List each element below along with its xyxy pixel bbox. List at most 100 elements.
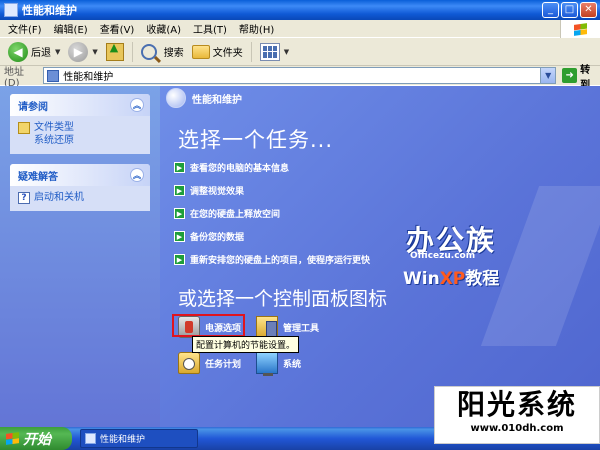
views-button[interactable]: ▼ — [256, 41, 293, 63]
green-arrow-icon: ▶ — [174, 185, 185, 196]
search-button[interactable]: 搜索 — [137, 42, 188, 62]
admin-tools-label: 管理工具 — [283, 323, 320, 334]
file-types-icon — [18, 121, 30, 134]
category-header: 性能和维护 — [160, 86, 600, 110]
folder-icon — [191, 44, 210, 59]
window-icon — [4, 3, 18, 17]
menu-tools[interactable]: 工具(T) — [187, 21, 233, 36]
maximize-button[interactable]: □ — [561, 2, 578, 18]
minimize-button[interactable]: _ — [542, 2, 559, 18]
green-arrow-icon: ▶ — [174, 254, 185, 265]
up-folder-icon — [105, 41, 124, 61]
chevron-up-icon[interactable]: ︽ — [130, 168, 144, 182]
task-link[interactable]: ▶ 重新安排您的硬盘上的项目，使程序运行更快 — [174, 248, 370, 271]
scheduled-tasks-label: 任务计划 — [205, 359, 242, 370]
address-input[interactable]: 性能和维护 ▼ — [43, 67, 557, 84]
toolbar-separator — [131, 41, 133, 62]
menu-view[interactable]: 查看(V) — [94, 21, 141, 36]
scheduled-tasks-item[interactable]: 任务计划 — [178, 352, 241, 374]
winxp-xp: XP — [439, 269, 466, 289]
go-arrow-icon: ➜ — [562, 68, 578, 83]
green-arrow-icon: ▶ — [174, 162, 185, 173]
back-arrow-icon: ◀ — [8, 41, 28, 62]
stamp-url: www.010dh.com — [470, 423, 564, 434]
address-dropdown-icon[interactable]: ▼ — [540, 68, 556, 83]
control-panel-icon — [47, 69, 60, 82]
winxp-suffix: 教程 — [465, 269, 500, 289]
start-button[interactable]: 开始 — [0, 427, 72, 450]
windows-flag-icon — [6, 432, 19, 445]
system-label: 系统 — [283, 359, 302, 370]
back-dropdown-icon[interactable]: ▼ — [55, 48, 60, 56]
green-arrow-icon: ▶ — [174, 208, 185, 219]
system-restore-label: 系统还原 — [34, 135, 74, 146]
site-stamp: 阳光系统 www.010dh.com — [434, 386, 600, 444]
forward-arrow-icon: ▶ — [68, 41, 89, 62]
back-button[interactable]: ◀ 后退 ▼ — [4, 40, 64, 64]
address-label: 地址(D) — [4, 66, 24, 89]
system-item[interactable]: 系统 — [256, 352, 302, 376]
help-icon: ? — [18, 191, 30, 204]
task-list: ▶ 查看您的电脑的基本信息 ▶ 调整视觉效果 ▶ 在您的硬盘上释放空间 ▶ 备份… — [174, 156, 370, 271]
system-icon — [256, 352, 278, 376]
admin-tools-item[interactable]: 管理工具 — [256, 316, 319, 338]
forward-button[interactable]: ▶ ▼ — [64, 40, 101, 64]
green-arrow-icon: ▶ — [174, 231, 185, 242]
task-link[interactable]: ▶ 查看您的电脑的基本信息 — [174, 156, 370, 179]
task-link[interactable]: ▶ 备份您的数据 — [174, 225, 370, 248]
task-label: 调整视觉效果 — [190, 187, 245, 197]
menu-file[interactable]: 文件(F) — [2, 21, 48, 36]
start-label: 开始 — [23, 431, 51, 448]
performance-category-icon — [166, 88, 186, 108]
task-pane: 请参阅 ︽ 文件类型 系统还原 疑难解答 ︽ ? 启动和关机 — [0, 86, 160, 427]
highlight-box — [172, 314, 245, 337]
toolbar-separator — [250, 41, 252, 62]
task-link[interactable]: ▶ 在您的硬盘上释放空间 — [174, 202, 370, 225]
tooltip: 配置计算机的节能设置。 — [192, 336, 300, 353]
see-also-header[interactable]: 请参阅 ︽ — [10, 94, 150, 116]
window-titlebar[interactable]: 性能和维护 _ □ ✕ — [0, 0, 600, 20]
window-icon — [85, 433, 96, 444]
category-title: 性能和维护 — [192, 94, 242, 106]
stamp-title: 阳光系统 — [456, 388, 577, 421]
close-button[interactable]: ✕ — [580, 2, 597, 18]
scheduled-tasks-icon — [178, 352, 200, 374]
back-label: 后退 — [31, 48, 51, 59]
folders-label: 文件夹 — [212, 48, 243, 59]
admin-tools-icon — [256, 316, 278, 338]
task-heading: 选择一个任务... — [178, 128, 334, 152]
address-bar: 地址(D) 性能和维护 ▼ ➜ 转到 — [0, 65, 600, 91]
up-folder-button[interactable] — [102, 41, 128, 63]
task-label: 查看您的电脑的基本信息 — [190, 164, 290, 174]
search-icon — [140, 43, 157, 60]
menu-favorites[interactable]: 收藏(A) — [140, 21, 187, 36]
task-label: 备份您的数据 — [190, 233, 245, 243]
taskbar-window-label: 性能和维护 — [100, 435, 146, 445]
troubleshoot-header[interactable]: 疑难解答 ︽ — [10, 164, 150, 186]
search-label: 搜索 — [163, 48, 184, 59]
task-link[interactable]: ▶ 调整视觉效果 — [174, 179, 370, 202]
chevron-up-icon[interactable]: ︽ — [130, 98, 144, 112]
folders-button[interactable]: 文件夹 — [188, 42, 247, 61]
toolbar: ◀ 后退 ▼ ▶ ▼ 搜索 文件夹 ▼ — [0, 38, 600, 66]
office-watermark-url: Officezu.com — [410, 251, 476, 261]
address-value: 性能和维护 — [63, 72, 114, 83]
troubleshoot-box: 疑难解答 ︽ ? 启动和关机 — [10, 164, 150, 211]
troubleshoot-title: 疑难解答 — [18, 171, 58, 183]
startup-shutdown-link[interactable]: ? 启动和关机 — [18, 191, 142, 204]
system-restore-icon — [18, 135, 30, 147]
file-types-link[interactable]: 文件类型 — [18, 121, 142, 134]
main-content: 性能和维护 选择一个任务... ▶ 查看您的电脑的基本信息 ▶ 调整视觉效果 ▶… — [160, 86, 600, 427]
menu-help[interactable]: 帮助(H) — [233, 21, 280, 36]
taskbar-window-button[interactable]: 性能和维护 — [80, 429, 198, 448]
forward-dropdown-icon[interactable]: ▼ — [92, 48, 97, 56]
panel-heading: 或选择一个控制面板图标 — [178, 288, 388, 310]
system-restore-link[interactable]: 系统还原 — [18, 134, 142, 147]
startup-shutdown-label: 启动和关机 — [34, 192, 84, 203]
menu-edit[interactable]: 编辑(E) — [48, 21, 94, 36]
views-dropdown-icon[interactable]: ▼ — [284, 48, 289, 56]
window-title: 性能和维护 — [22, 4, 77, 17]
see-also-box: 请参阅 ︽ 文件类型 系统还原 — [10, 94, 150, 154]
views-icon — [259, 42, 280, 61]
winxp-prefix: Win — [403, 269, 440, 289]
